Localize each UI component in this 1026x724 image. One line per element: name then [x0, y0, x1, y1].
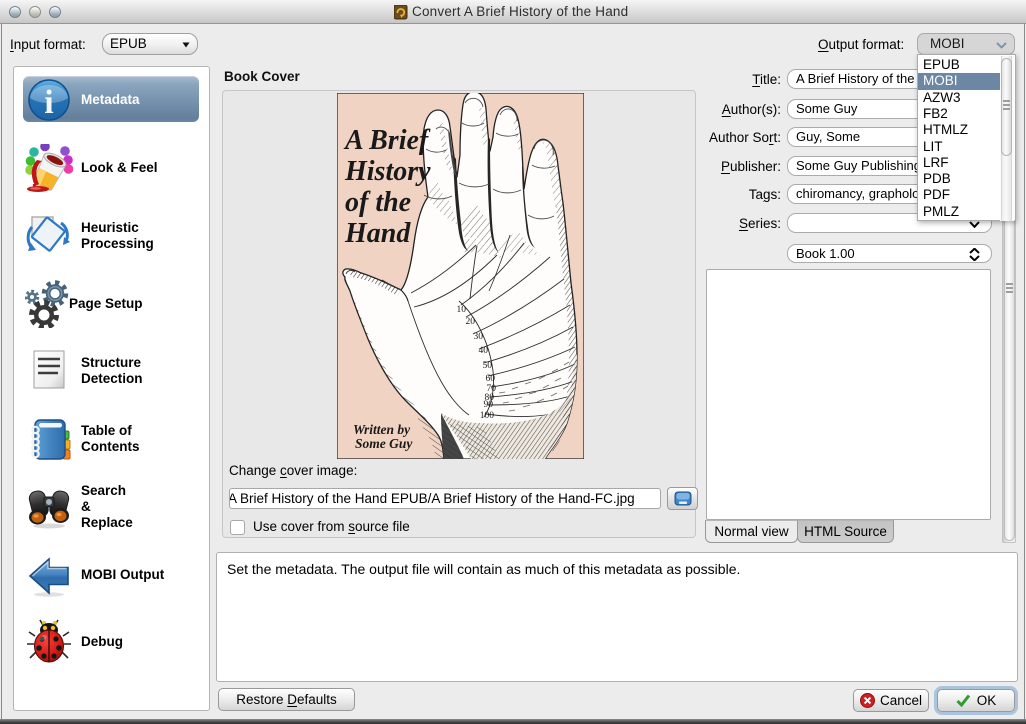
svg-text:20: 20: [466, 317, 476, 327]
svg-text:100: 100: [480, 411, 495, 421]
svg-text:50: 50: [483, 361, 493, 371]
svg-text:60: 60: [486, 374, 496, 384]
svg-text:i: i: [44, 84, 53, 121]
svg-text:History: History: [344, 156, 431, 187]
svg-text:Written by: Written by: [353, 422, 411, 437]
svg-text:Some Guy: Some Guy: [355, 436, 413, 451]
svg-text:90: 90: [484, 400, 494, 410]
svg-text:A Brief: A Brief: [343, 125, 431, 156]
svg-text:40: 40: [479, 346, 489, 356]
svg-text:of the: of the: [345, 187, 411, 218]
svg-text:Hand: Hand: [344, 218, 411, 249]
svg-text:10: 10: [457, 305, 467, 315]
svg-text:30: 30: [474, 332, 484, 342]
